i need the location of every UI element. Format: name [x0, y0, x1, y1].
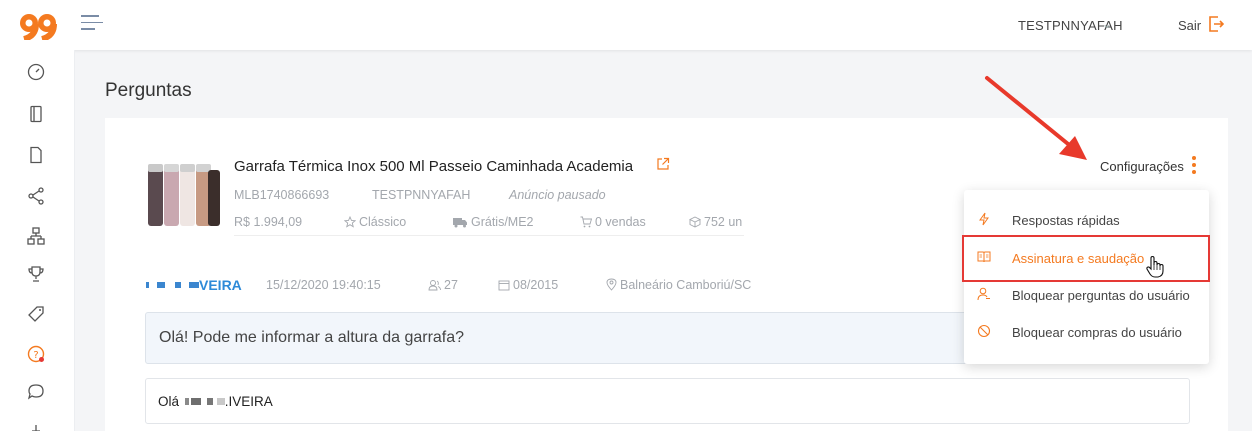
questions-icon[interactable]: ?	[26, 344, 46, 364]
document-icon[interactable]	[26, 145, 46, 165]
sales-label: 0 vendas	[595, 215, 646, 229]
users-icon	[428, 280, 441, 291]
sales-info: 0 vendas	[580, 215, 646, 229]
shipping-info: Grátis/ME2	[453, 215, 534, 229]
product-status: Anúncio pausado	[509, 188, 606, 202]
asker-points: 27	[428, 278, 458, 292]
trophy-icon[interactable]	[26, 264, 46, 284]
svg-text:?: ?	[33, 350, 38, 361]
top-bar: TESTPNNYAFAH ⌄ Sair	[0, 0, 1252, 50]
star-icon	[344, 216, 356, 228]
menu-toggle-icon[interactable]	[81, 15, 103, 31]
asker-since-value: 08/2015	[513, 278, 559, 292]
question-text: Olá! Pode me informar a altura da garraf…	[159, 329, 465, 346]
kebab-menu-icon[interactable]	[1190, 156, 1198, 178]
user-block-icon	[977, 287, 990, 301]
asker-name[interactable]: VEIRA	[146, 277, 242, 293]
product-price: R$ 1.994,09	[234, 215, 303, 229]
external-link-icon[interactable]	[656, 157, 670, 171]
menu-item-label[interactable]: Respostas rápidas	[1012, 213, 1120, 228]
logo-99-icon[interactable]	[18, 12, 60, 40]
chevron-down-icon[interactable]: ⌄	[1102, 17, 1112, 31]
answer-suffix: .IVEIRA	[224, 394, 273, 409]
product-id: MLB1740866693	[234, 188, 330, 202]
divider	[234, 235, 744, 236]
config-label[interactable]: Configurações	[1100, 159, 1184, 174]
logout-icon[interactable]	[1208, 15, 1224, 33]
share-icon[interactable]	[26, 186, 46, 206]
asker-since: 08/2015	[498, 278, 558, 292]
product-image[interactable]	[145, 160, 221, 228]
listing-type: Clássico	[344, 215, 406, 229]
stock-label: 752 un	[704, 215, 743, 229]
product-title[interactable]: Garrafa Térmica Inox 500 Ml Passeio Cami…	[234, 158, 633, 175]
menu-item-label[interactable]: Bloquear perguntas do usuário	[1012, 288, 1190, 303]
answer-prefix: Olá	[158, 394, 180, 409]
asker-name-text: VEIRA	[199, 277, 242, 293]
asker-points-value: 27	[444, 278, 458, 292]
shipping-label: Grátis/ME2	[471, 215, 534, 229]
listing-type-label: Clássico	[359, 215, 407, 229]
product-seller: TESTPNNYAFAH	[372, 188, 471, 202]
calendar-icon	[498, 280, 510, 291]
logout-button[interactable]: Sair	[1178, 18, 1201, 33]
tag-icon[interactable]	[26, 304, 46, 324]
hierarchy-icon[interactable]	[26, 226, 46, 246]
asker-location: Balneário Camboriú/SC	[606, 278, 751, 292]
annotation-arrow-icon	[985, 76, 1087, 160]
location-pin-icon	[606, 278, 617, 291]
truck-icon	[453, 218, 467, 228]
cart-icon	[580, 216, 592, 228]
highlight-annotation	[962, 235, 1210, 282]
stock-info: 752 un	[689, 215, 742, 229]
answer-input[interactable]	[145, 378, 1190, 424]
dashboard-gauge-icon[interactable]	[26, 62, 46, 82]
question-datetime: 15/12/2020 19:40:15	[266, 278, 381, 292]
chat-bubble-icon[interactable]	[26, 382, 46, 402]
asker-location-value: Balneário Camboriú/SC	[620, 278, 752, 292]
menu-item-label[interactable]: Bloquear compras do usuário	[1012, 325, 1182, 340]
notebook-icon[interactable]	[26, 104, 46, 124]
boxes-icon	[689, 216, 701, 228]
lightning-icon	[979, 212, 989, 226]
answer-text[interactable]: Olá .IVEIRA	[158, 394, 273, 409]
more-icon[interactable]	[26, 420, 46, 431]
block-icon	[977, 324, 991, 338]
page-title: Perguntas	[105, 80, 192, 101]
hand-cursor-icon	[1146, 255, 1164, 278]
